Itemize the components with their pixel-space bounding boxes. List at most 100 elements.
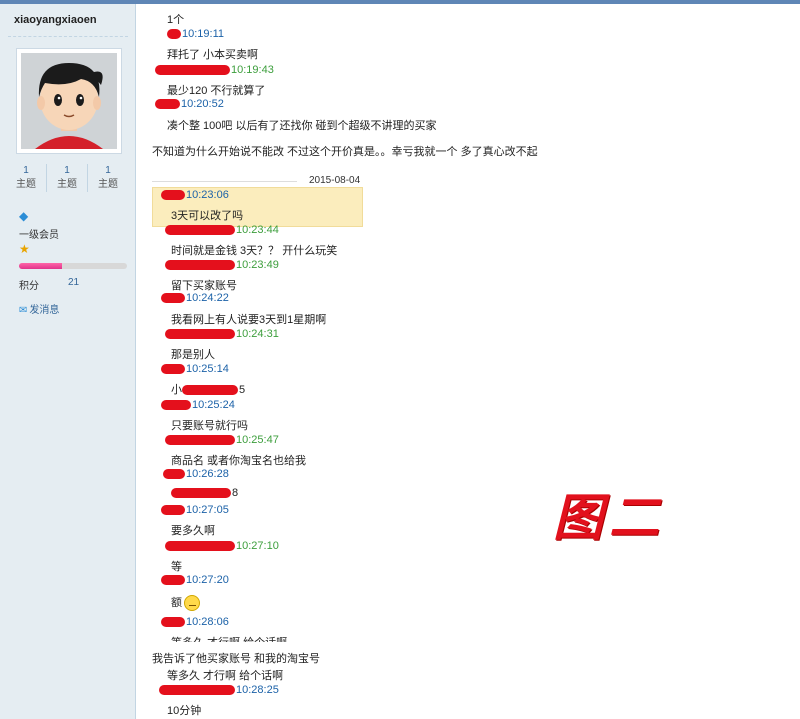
chat-time: 10:28:06	[186, 616, 229, 628]
stat-label: 主题	[16, 179, 36, 190]
chat-message: 凑个整 100吧 以后有了还找你 碰到个超级不讲理的买家	[167, 120, 437, 132]
chat-header: 10:27:05	[161, 504, 229, 516]
chat-header: 10:25:14	[161, 363, 229, 375]
points-label: 积分	[19, 281, 39, 292]
chat-message: 最少120 不行就算了	[167, 85, 266, 97]
chat-time: 10:19:43	[231, 64, 274, 76]
chat-header: 10:19:43	[155, 64, 274, 76]
emoji-icon	[184, 595, 200, 612]
stat-topics-3[interactable]: 1 主题	[87, 164, 128, 192]
chat-time: 10:27:20	[186, 574, 229, 586]
chat-message-tail: 5	[239, 384, 246, 396]
chat-header: 10:20:52	[155, 98, 224, 110]
redacted-name	[161, 575, 185, 586]
chat-time: 10:23:49	[236, 259, 279, 271]
chat-message: 等	[171, 561, 182, 573]
chat-message: 只要账号就行吗	[171, 420, 248, 432]
chat-message: 那是别人	[171, 349, 215, 361]
points-value[interactable]: 21	[68, 277, 79, 288]
chat-header: 10:23:49	[165, 259, 279, 271]
level-progress-bar	[19, 263, 127, 269]
date-label: 2015-08-04	[309, 175, 361, 186]
chat-message: 10分钟	[167, 705, 202, 717]
chat-time: 10:19:11	[182, 28, 225, 40]
chat-time: 10:25:14	[186, 363, 229, 375]
chat-message: 我看网上有人说要3天到1星期啊	[171, 314, 327, 326]
chat-header: 10:26:28	[163, 468, 229, 480]
stat-topics-2[interactable]: 1 主题	[46, 164, 87, 192]
chat-header: 10:24:31	[165, 328, 279, 340]
chat-time: 10:27:05	[186, 504, 229, 516]
chat-header: 10:25:47	[165, 434, 279, 446]
chat-message-text: 小	[171, 384, 182, 396]
chat-message: 留下买家账号	[171, 280, 237, 292]
stat-topics-1[interactable]: 1 主题	[6, 164, 46, 192]
redacted-name	[161, 190, 185, 201]
comment: 不知道为什么开始说不能改 不过这个开价真是。。幸亏我就一个 多了真心改不起	[152, 146, 538, 158]
chat-top-count: 1个	[167, 14, 185, 26]
stat-value: 1	[23, 165, 29, 176]
redacted-name	[165, 225, 235, 236]
redacted-name	[163, 469, 185, 480]
chat-message-text: 额	[171, 597, 182, 609]
avatar[interactable]	[16, 48, 122, 154]
chat-header: 10:23:06	[161, 189, 229, 201]
comment: 我告诉了他买家账号 和我的淘宝号	[152, 653, 321, 665]
redacted-name	[155, 65, 230, 76]
chat-message: 要多久啊	[171, 525, 215, 537]
redacted-text	[171, 488, 231, 499]
chat-log: 1个 10:19:11 拜托了 小本买卖啊 10:19:43 最少120 不行就…	[137, 4, 800, 719]
user-stats: 1 主题 1 主题 1 主题	[6, 164, 128, 192]
redacted-name	[167, 29, 181, 40]
redacted-name	[161, 505, 185, 516]
chat-header: 10:25:24	[161, 399, 235, 411]
chat-header: 10:23:44	[165, 224, 279, 236]
chat-time: 10:25:24	[192, 399, 235, 411]
redacted-name	[155, 99, 180, 110]
divider	[152, 181, 297, 182]
chat-message: 3天可以改了吗	[171, 210, 244, 222]
chat-message: 商品名 或者你淘宝名也给我	[171, 455, 307, 467]
stat-value: 1	[105, 165, 111, 176]
chat-message: 8	[171, 487, 238, 499]
chat-message-tail: 8	[232, 487, 239, 499]
chat-message: 拜托了 小本买卖啊	[167, 49, 259, 61]
chat-message: 小5	[171, 381, 245, 397]
chat-message-clipped: 等多久 才行啊 给个话啊	[171, 634, 287, 642]
avatar-image	[21, 53, 117, 149]
redacted-name	[165, 329, 235, 340]
chat-message: 额	[171, 594, 200, 612]
level-progress-fill	[19, 263, 63, 269]
chat-time: 10:23:44	[236, 224, 279, 236]
chat-time: 10:20:52	[181, 98, 224, 110]
redacted-name	[159, 685, 235, 696]
envelope-icon: ✉	[19, 305, 28, 316]
star-icon: ★	[19, 242, 30, 256]
chat-time: 10:24:31	[236, 328, 279, 340]
divider	[8, 36, 128, 37]
chat-time: 10:28:25	[236, 684, 279, 696]
chat-message: 等多久 才行啊 给个话啊	[167, 670, 284, 682]
username[interactable]: xiaoyangxiaoen	[14, 14, 97, 26]
redacted-name	[165, 260, 235, 271]
figure-label: 图二	[553, 490, 665, 546]
chat-header: 10:24:22	[161, 292, 229, 304]
redacted-name	[161, 293, 185, 304]
member-level[interactable]: 一级会员	[19, 226, 59, 241]
stat-label: 主题	[57, 179, 77, 190]
diamond-icon: ◆	[19, 209, 29, 223]
send-message-label: 发消息	[29, 305, 60, 316]
points: 积分 21	[19, 277, 79, 292]
redacted-name	[161, 617, 185, 628]
stat-value: 1	[64, 165, 70, 176]
chat-header: 10:28:06	[161, 616, 229, 628]
chat-header: 10:27:10	[165, 540, 279, 552]
chat-header: 10:28:25	[159, 684, 279, 696]
chat-time: 10:25:47	[236, 434, 279, 446]
chat-time: 10:27:10	[236, 540, 279, 552]
send-message-link[interactable]: ✉ 发消息	[19, 301, 59, 316]
user-sidebar: xiaoyangxiaoen 1 主题 1 主题 1 主题 ◆ 一级会员 ★ 积…	[0, 4, 136, 719]
stat-label: 主题	[98, 179, 118, 190]
redacted-name	[161, 400, 191, 411]
chat-time: 10:26:28	[186, 468, 229, 480]
